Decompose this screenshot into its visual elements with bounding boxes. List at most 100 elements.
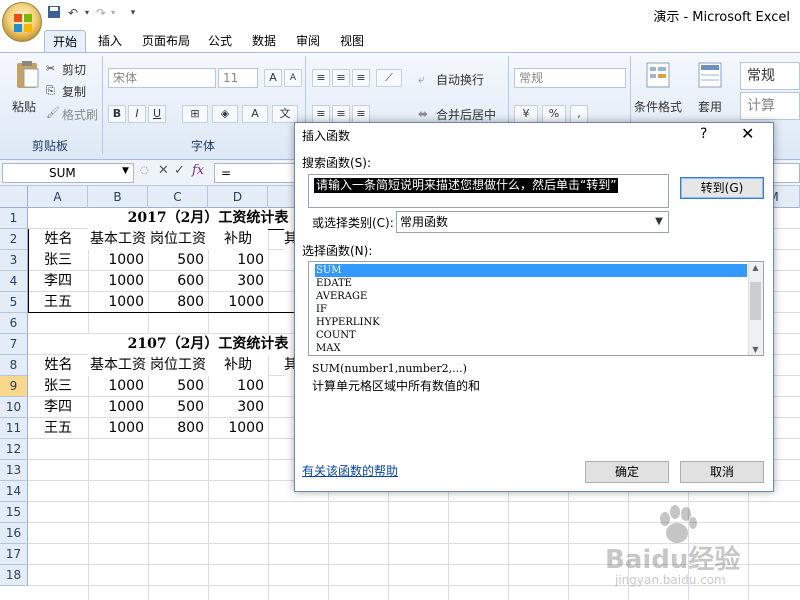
style-calculation[interactable]: 计算 (740, 92, 800, 120)
row-header[interactable]: 15 (0, 502, 28, 523)
comma-icon[interactable]: , (570, 105, 588, 123)
table-header[interactable]: 姓名 (29, 355, 88, 376)
close-button[interactable]: ✕ (741, 124, 754, 143)
chevron-down-icon[interactable]: ▼ (122, 166, 129, 176)
table-cell[interactable]: 李四 (44, 271, 88, 292)
table-header[interactable]: 补助 (208, 229, 268, 250)
row-header[interactable]: 6 (0, 313, 28, 334)
table-cell[interactable]: 张三 (44, 376, 88, 397)
column-header[interactable]: B (88, 186, 148, 208)
tab-data[interactable]: 数据 (244, 30, 284, 52)
column-header[interactable]: A (28, 186, 88, 208)
row-header[interactable]: 12 (0, 439, 28, 460)
search-function-text[interactable]: 请输入一条简短说明来描述您想做什么，然后单击“转到” (314, 178, 619, 193)
font-size-select[interactable]: 11 (218, 68, 258, 88)
insert-function-icon[interactable]: fx (192, 163, 204, 178)
table-cell[interactable]: 1000 (88, 292, 148, 313)
paste-button[interactable]: 粘贴 (12, 98, 36, 115)
table-cell[interactable]: 300 (208, 397, 268, 418)
table-cell[interactable]: 王五 (44, 292, 88, 313)
align-right-icon[interactable]: ≡ (352, 105, 370, 123)
font-name-select[interactable]: 宋体 (108, 68, 216, 88)
list-item[interactable]: COUNT (315, 329, 747, 342)
table-title[interactable]: 2107（2月）工资统计表 (88, 334, 328, 355)
table-header[interactable]: 姓名 (29, 229, 88, 250)
bold-icon[interactable]: B (108, 105, 126, 123)
cancel-button[interactable]: 取消 (680, 461, 764, 483)
table-header[interactable]: 补助 (208, 355, 268, 376)
tab-page-layout[interactable]: 页面布局 (134, 30, 198, 52)
select-all-corner[interactable] (0, 186, 28, 208)
row-header[interactable]: 11 (0, 418, 28, 439)
column-header[interactable]: D (208, 186, 268, 208)
row-header[interactable]: 10 (0, 397, 28, 418)
chevron-down-icon[interactable]: ▾ (108, 5, 118, 21)
tab-review[interactable]: 审阅 (288, 30, 328, 52)
table-cell[interactable]: 500 (148, 397, 208, 418)
name-box[interactable]: SUM (2, 163, 134, 183)
phonetic-icon[interactable]: 文 (272, 105, 298, 123)
table-cell[interactable]: 1000 (88, 271, 148, 292)
list-item[interactable]: MAX (315, 342, 747, 355)
table-cell[interactable]: 1000 (208, 418, 268, 439)
tab-insert[interactable]: 插入 (90, 30, 130, 52)
wrap-text-button[interactable]: 自动换行 (436, 71, 484, 88)
underline-icon[interactable]: U (148, 105, 166, 123)
style-normal[interactable]: 常规 (740, 62, 800, 90)
list-item[interactable]: HYPERLINK (315, 316, 747, 329)
copy-button[interactable]: 复制 (62, 83, 86, 100)
table-cell[interactable]: 100 (208, 250, 268, 271)
table-cell[interactable]: 800 (148, 418, 208, 439)
cancel-icon[interactable]: ✕ (158, 163, 169, 178)
orientation-icon[interactable]: ⟋ (376, 69, 402, 87)
row-header[interactable]: 8 (0, 355, 28, 376)
chevron-down-icon[interactable]: ▼ (651, 213, 667, 231)
table-cell[interactable]: 100 (208, 376, 268, 397)
list-item[interactable]: EDATE (315, 277, 747, 290)
align-top-icon[interactable]: ≡ (312, 69, 330, 87)
row-header[interactable]: 4 (0, 271, 28, 292)
table-cell[interactable]: 500 (148, 376, 208, 397)
table-header[interactable]: 岗位工资 (148, 355, 208, 376)
paste-icon[interactable] (14, 60, 40, 90)
italic-icon[interactable]: I (128, 105, 146, 123)
table-title[interactable]: 2017（2月）工资统计表 (88, 208, 328, 229)
ok-button[interactable]: 确定 (585, 461, 669, 483)
table-header[interactable]: 基本工资 (88, 355, 148, 376)
undo-icon[interactable]: ↶ (66, 5, 80, 21)
table-header[interactable]: 岗位工资 (148, 229, 208, 250)
row-header[interactable]: 3 (0, 250, 28, 271)
scroll-up-icon[interactable]: ▲ (750, 263, 761, 272)
table-cell[interactable]: 张三 (44, 250, 88, 271)
table-cell[interactable]: 1000 (88, 250, 148, 271)
row-header[interactable]: 14 (0, 481, 28, 502)
row-header[interactable]: 17 (0, 544, 28, 565)
row-header[interactable]: 13 (0, 460, 28, 481)
list-item[interactable]: SUM (315, 264, 747, 277)
shrink-font-icon[interactable]: A (284, 69, 302, 87)
table-cell[interactable]: 1000 (88, 397, 148, 418)
currency-icon[interactable]: ¥ (514, 105, 538, 123)
tab-view[interactable]: 视图 (332, 30, 372, 52)
row-header[interactable]: 16 (0, 523, 28, 544)
redo-icon[interactable]: ↷ (94, 5, 108, 21)
percent-icon[interactable]: % (542, 105, 566, 123)
table-cell[interactable]: 500 (148, 250, 208, 271)
conditional-format-button[interactable]: 条件格式 (634, 98, 682, 115)
scroll-down-icon[interactable]: ▼ (750, 345, 761, 354)
table-cell[interactable]: 600 (148, 271, 208, 292)
cut-button[interactable]: 剪切 (62, 61, 86, 78)
table-cell[interactable]: 1000 (88, 376, 148, 397)
tab-home[interactable]: 开始 (44, 30, 87, 52)
align-middle-icon[interactable]: ≡ (332, 69, 350, 87)
table-cell[interactable]: 800 (148, 292, 208, 313)
row-header[interactable]: 18 (0, 565, 28, 586)
function-help-link[interactable]: 有关该函数的帮助 (302, 462, 398, 479)
office-button[interactable] (2, 2, 42, 42)
table-cell[interactable]: 1000 (208, 292, 268, 313)
list-item[interactable]: AVERAGE (315, 290, 747, 303)
fill-color-icon[interactable]: ◈ (212, 105, 238, 123)
border-icon[interactable]: ⊞ (182, 105, 208, 123)
customize-toolbar-icon[interactable]: ▾ (128, 5, 138, 21)
help-button[interactable]: ? (700, 126, 707, 142)
